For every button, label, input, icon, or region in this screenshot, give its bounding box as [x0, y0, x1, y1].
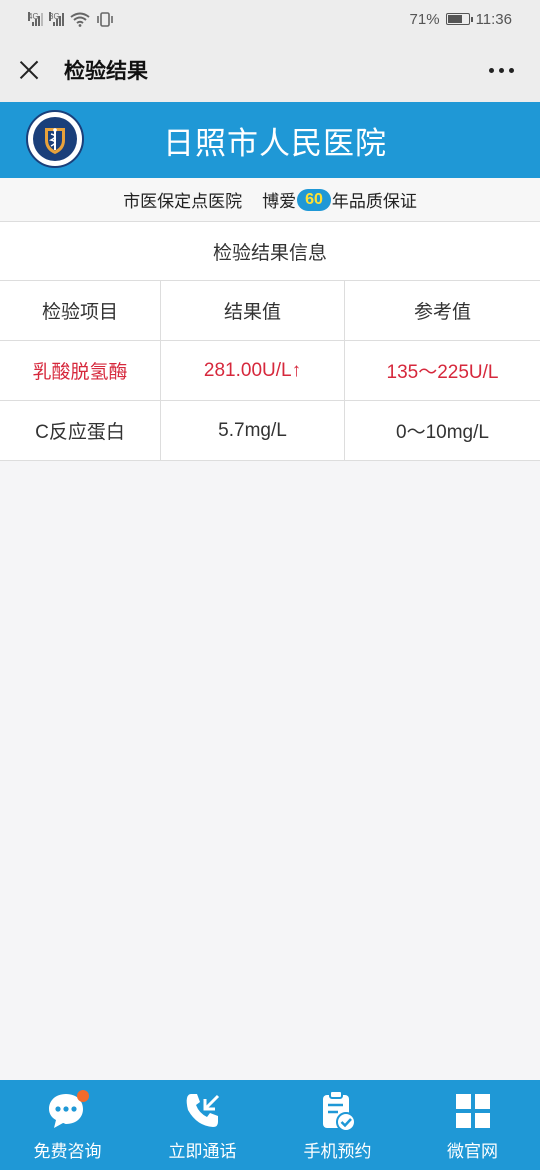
clock: 11:36: [475, 10, 512, 28]
column-header-reference: 参考值: [413, 302, 471, 323]
tab-website-label: 微官网: [447, 1142, 498, 1161]
hospital-banner: 日照市人民医院: [0, 102, 540, 178]
slogan-bar: 市医保定点医院 博爱 60 年品质保证: [0, 178, 540, 222]
page-title: 检验结果: [64, 60, 148, 83]
signal-4g-icon: 4G: [28, 12, 43, 26]
tab-call-label: 立即通话: [168, 1142, 237, 1161]
test-item: C反应蛋白: [0, 401, 161, 460]
tab-call[interactable]: 立即通话: [135, 1080, 270, 1170]
tab-website[interactable]: 微官网: [405, 1080, 540, 1170]
hospital-logo: [26, 110, 84, 168]
wifi-icon: [70, 12, 90, 27]
status-right: 71% 11:36: [410, 11, 512, 28]
column-header-value: 结果值: [161, 281, 345, 340]
test-reference: 0～10mg/L: [396, 422, 489, 443]
caduceus-icon: [45, 128, 65, 154]
results-panel: 检验结果信息 检验项目 结果值 参考值 乳酸脱氢酶 281.00U/L↑ 135…: [0, 222, 540, 461]
table-header-row: 检验项目 结果值 参考值: [0, 281, 540, 341]
status-bar: 4G 3G 71% 11:36: [0, 0, 540, 38]
slogan-insurance: 市医保定点医院: [123, 192, 243, 211]
test-reference: 135～225U/L: [386, 362, 499, 383]
chat-icon: [46, 1089, 90, 1133]
vibrate-icon: [97, 11, 113, 27]
battery-level: [447, 15, 462, 23]
battery-percent: 71%: [409, 10, 440, 28]
tab-appointment-label: 手机预约: [303, 1142, 372, 1161]
slogan-boai: 博爱: [262, 192, 297, 211]
slogan-quality: 年品质保证: [331, 192, 417, 211]
years-badge: 60: [297, 188, 331, 211]
test-value: 5.7mg/L: [161, 401, 345, 460]
table-row: C反应蛋白 5.7mg/L 0～10mg/L: [0, 401, 540, 461]
network-type-label: 3G: [49, 12, 60, 21]
tab-consult[interactable]: 免费咨询: [0, 1080, 135, 1170]
tab-appointment[interactable]: 手机预约: [270, 1080, 405, 1170]
close-icon[interactable]: [16, 57, 42, 83]
tab-consult-label: 免费咨询: [33, 1142, 102, 1161]
hospital-emblem: [33, 117, 77, 161]
phone-icon: [181, 1089, 225, 1133]
status-left: 4G 3G: [28, 11, 114, 27]
test-item: 乳酸脱氢酶: [0, 341, 161, 400]
battery-icon: [445, 13, 473, 25]
grid-icon: [451, 1089, 495, 1133]
test-value: 281.00U/L↑: [161, 341, 345, 400]
results-title: 检验结果信息: [0, 222, 540, 281]
clipboard-check-icon: [316, 1089, 360, 1133]
table-row: 乳酸脱氢酶 281.00U/L↑ 135～225U/L: [0, 341, 540, 401]
column-header-item: 检验项目: [0, 281, 161, 340]
more-options-icon[interactable]: [479, 58, 524, 83]
bottom-nav: 免费咨询 立即通话 手机预约 微官网: [0, 1080, 540, 1170]
nav-bar: 检验结果: [0, 38, 540, 102]
network-type-label: 4G: [28, 12, 39, 21]
signal-3g-icon: 3G: [49, 12, 64, 26]
